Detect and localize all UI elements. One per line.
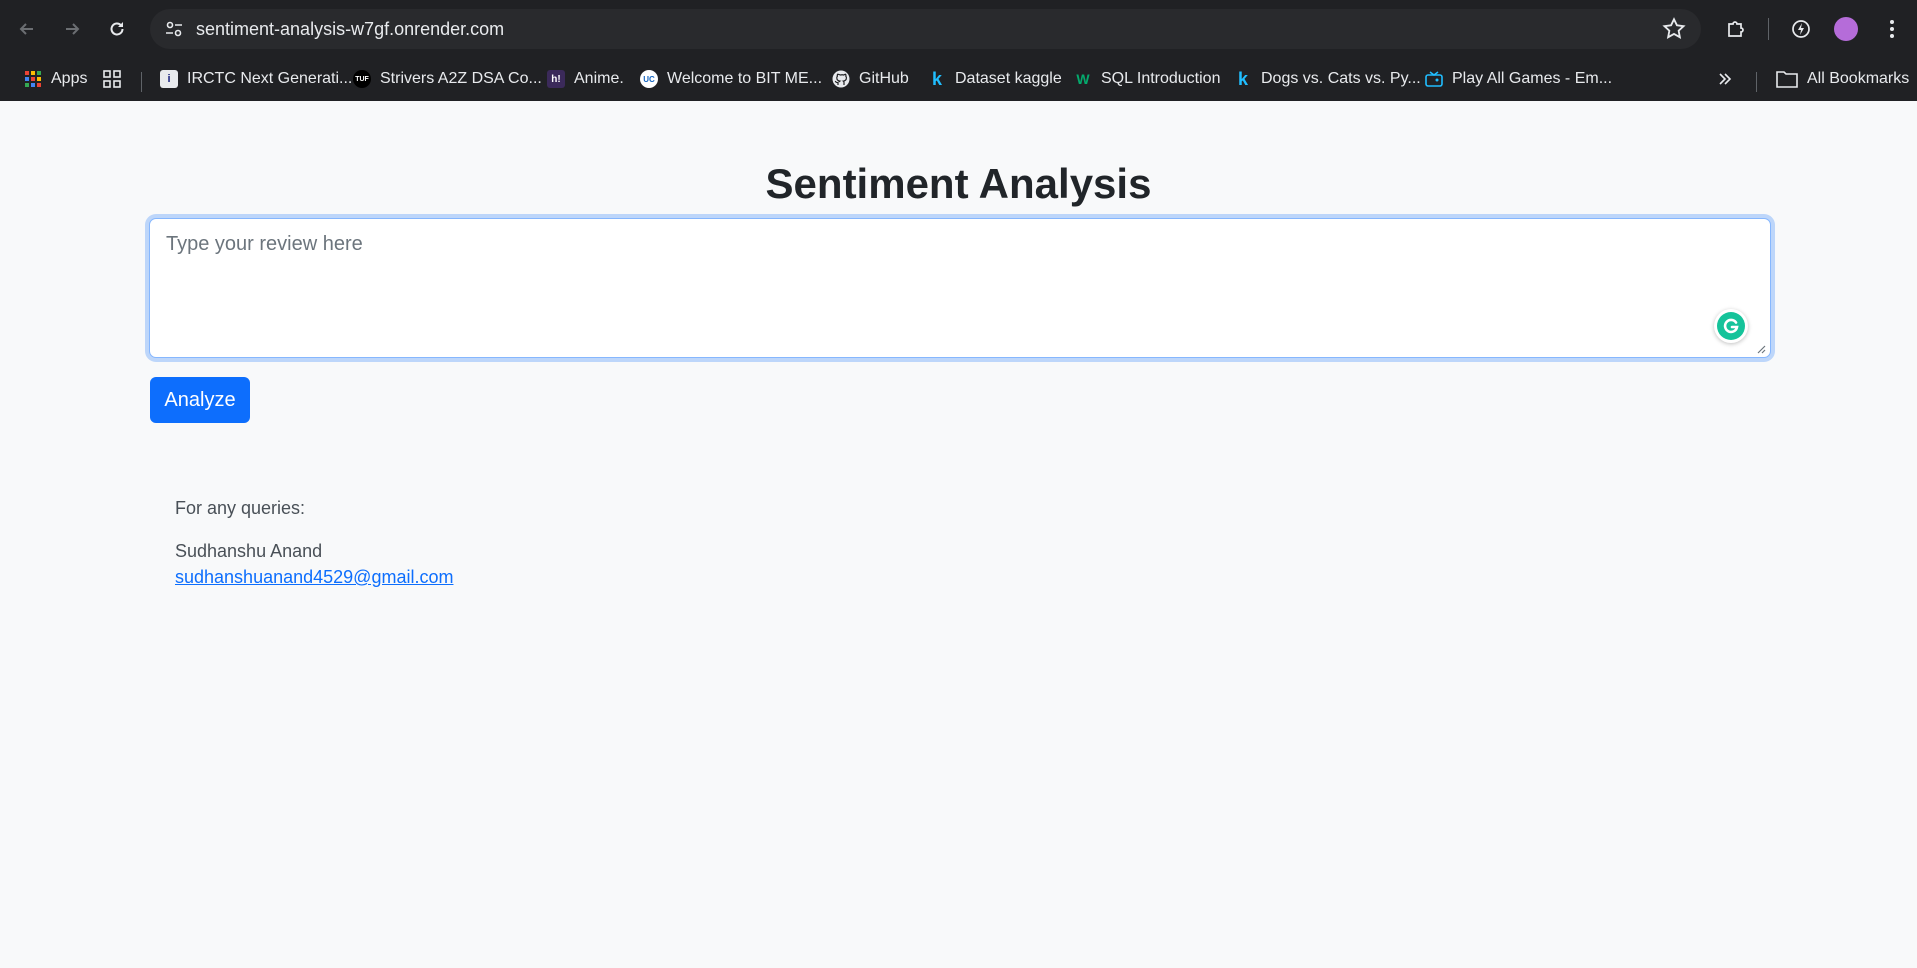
all-bookmarks-label: All Bookmarks bbox=[1807, 70, 1910, 87]
bookmark-anime[interactable]: h! Anime. bbox=[547, 64, 624, 94]
url-text: sentiment-analysis-w7gf.onrender.com bbox=[196, 19, 505, 39]
review-textarea[interactable] bbox=[149, 218, 1771, 358]
bookmark-label: Dataset kaggle bbox=[955, 70, 1062, 87]
bookmark-label: Play All Games - Em... bbox=[1452, 70, 1613, 87]
resize-handle-icon[interactable] bbox=[1756, 344, 1766, 354]
github-icon bbox=[832, 70, 850, 88]
bookmark-label: Dogs vs. Cats vs. Py... bbox=[1261, 70, 1421, 87]
hianime-icon: h! bbox=[547, 70, 565, 88]
games-icon bbox=[1425, 70, 1443, 88]
bookmark-dogs-cats[interactable]: k Dogs vs. Cats vs. Py... bbox=[1234, 64, 1421, 94]
bookmarks-divider bbox=[141, 72, 142, 92]
tab-groups-button[interactable] bbox=[102, 64, 122, 94]
grammarly-icon bbox=[1717, 312, 1745, 340]
chevron-double-right-icon bbox=[1719, 73, 1732, 85]
bookmark-sql-intro[interactable]: W SQL Introduction bbox=[1074, 64, 1220, 94]
address-bar[interactable]: sentiment-analysis-w7gf.onrender.com bbox=[150, 9, 1701, 49]
bookmark-label: Strivers A2Z DSA Co... bbox=[380, 70, 542, 87]
tab-grid-icon bbox=[103, 70, 121, 88]
bookmark-bit[interactable]: UC Welcome to BIT ME... bbox=[640, 64, 822, 94]
tuf-icon: TUF bbox=[353, 70, 371, 88]
bookmark-github[interactable]: GitHub bbox=[832, 64, 909, 94]
analyze-button[interactable]: Analyze bbox=[150, 377, 250, 423]
puzzle-icon bbox=[1728, 21, 1744, 37]
contact-section: For any queries: Sudhanshu Anand sudhans… bbox=[175, 498, 453, 588]
contact-name: Sudhanshu Anand bbox=[175, 541, 323, 561]
reload-icon bbox=[110, 22, 124, 36]
arrow-left-icon bbox=[19, 23, 33, 35]
bookmark-strivers[interactable]: TUF Strivers A2Z DSA Co... bbox=[353, 64, 542, 94]
bookmarks-overflow-button[interactable] bbox=[1717, 64, 1733, 94]
bookmark-apps[interactable]: Apps bbox=[24, 64, 87, 94]
browser-chrome: sentiment-analysis-w7gf.onrender.com App… bbox=[0, 0, 1917, 101]
bookmarks-divider bbox=[1756, 72, 1757, 92]
bookmark-label: Apps bbox=[51, 70, 88, 87]
kaggle-icon: k bbox=[1237, 68, 1248, 89]
bookmark-label: Welcome to BIT ME... bbox=[667, 70, 823, 87]
reload-button[interactable] bbox=[102, 14, 132, 44]
irctc-icon: i bbox=[160, 70, 178, 88]
bookmark-label: GitHub bbox=[859, 70, 909, 87]
grammarly-button[interactable] bbox=[1714, 309, 1748, 343]
apps-grid-icon bbox=[24, 70, 42, 88]
w3schools-icon: W bbox=[1076, 71, 1090, 87]
back-button[interactable] bbox=[12, 14, 42, 44]
performance-button[interactable] bbox=[1787, 15, 1815, 43]
extensions-button[interactable] bbox=[1722, 15, 1750, 43]
contact-heading: For any queries: bbox=[175, 498, 306, 518]
kaggle-icon: k bbox=[931, 68, 942, 89]
menu-button[interactable] bbox=[1878, 15, 1906, 43]
bit-icon: UC bbox=[640, 70, 658, 88]
bookmark-games[interactable]: Play All Games - Em... bbox=[1425, 64, 1612, 94]
profile-avatar[interactable] bbox=[1834, 17, 1858, 41]
bookmark-label: Anime. bbox=[574, 70, 624, 87]
bookmark-label: SQL Introduction bbox=[1101, 70, 1221, 87]
bookmark-dataset-kaggle[interactable]: k Dataset kaggle bbox=[928, 64, 1062, 94]
bookmark-star-icon[interactable] bbox=[1661, 16, 1687, 42]
bookmarks-bar: Apps i IRCTC Next Generati... TUF Strive… bbox=[0, 58, 1917, 101]
bookmark-irctc[interactable]: i IRCTC Next Generati... bbox=[160, 64, 352, 94]
arrow-right-icon bbox=[66, 23, 80, 35]
speed-icon bbox=[1792, 20, 1810, 38]
kebab-menu-icon bbox=[1890, 20, 1894, 38]
toolbar-divider bbox=[1768, 18, 1769, 40]
bookmark-label: IRCTC Next Generati... bbox=[187, 70, 353, 87]
browser-toolbar: sentiment-analysis-w7gf.onrender.com bbox=[0, 0, 1917, 58]
contact-email-link[interactable]: sudhanshuanand4529@gmail.com bbox=[175, 567, 453, 587]
all-bookmarks-button[interactable]: All Bookmarks bbox=[1776, 64, 1909, 94]
site-info-icon[interactable] bbox=[162, 17, 186, 41]
folder-icon bbox=[1776, 71, 1798, 88]
forward-button[interactable] bbox=[57, 14, 87, 44]
page-title: Sentiment Analysis bbox=[765, 160, 1152, 207]
